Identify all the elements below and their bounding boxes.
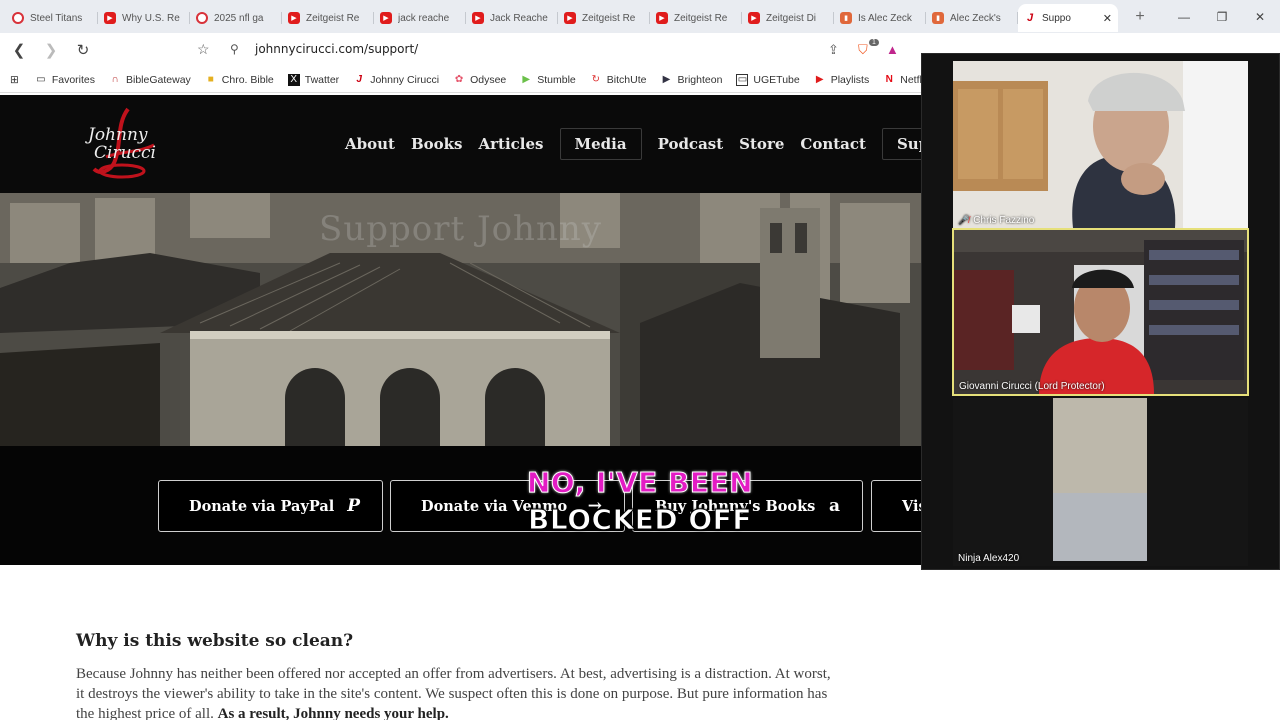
url-field[interactable]: johnnycirucci.com/support/ <box>255 42 418 56</box>
x-icon: X <box>287 73 300 86</box>
browser-tab[interactable]: ▮ Alec Zeck's <box>926 4 1018 32</box>
article-body: Because Johnny has neither been offered … <box>76 666 831 720</box>
participant-video <box>953 61 1248 228</box>
netflix-icon: N <box>885 74 893 85</box>
bookmark-favorites[interactable]: ▭ Favorites <box>35 74 95 86</box>
tab-strip: Steel Titans ▶ Why U.S. Re 2025 nfl ga ▶ Z… <box>0 0 1280 33</box>
brave-shields-icon[interactable]: ⛉ <box>858 42 868 58</box>
bookmark-ugetube[interactable]: ▭ UGETube <box>736 73 800 86</box>
minimize-icon[interactable]: — <box>1165 0 1203 33</box>
participant-tile-giovanni[interactable]: Giovanni Cirucci (Lord Protector) <box>952 228 1249 396</box>
caption-line-2: BLOCKED OFF <box>528 503 752 537</box>
bookmark-bitchute[interactable]: ↻ BitchUte <box>590 74 647 86</box>
nfl-icon <box>12 12 24 24</box>
forward-icon[interactable]: ❯ <box>38 41 64 59</box>
site-info-icon[interactable]: ⚲ <box>230 42 239 56</box>
youtube-icon: ▶ <box>380 12 392 24</box>
participant-tile-chris[interactable]: 🎤̸ Chris Fazzino <box>953 61 1248 228</box>
browser-tab[interactable]: ▶ Zeitgeist Re <box>282 4 374 32</box>
browser-tab[interactable]: ▶ jack reache <box>374 4 466 32</box>
restore-icon[interactable]: ❐ <box>1203 0 1241 33</box>
close-window-icon[interactable]: ✕ <box>1241 0 1279 33</box>
johnny-cirucci-icon: J <box>1026 12 1034 24</box>
nav-articles[interactable]: Articles <box>471 128 552 160</box>
reload-icon[interactable]: ↻ <box>70 41 96 59</box>
bookmark-odysee[interactable]: ✿ Odysee <box>453 74 506 86</box>
caption-line-1: NO, I'VE BEEN <box>526 466 754 500</box>
browser-tab-active[interactable]: J Suppo ✕ <box>1018 4 1118 32</box>
site-header: Johnny Cirucci About Books Articles Medi… <box>0 95 921 193</box>
browser-tab[interactable]: ▶ Why U.S. Re <box>98 4 190 32</box>
rumble-icon: ▶ <box>522 74 531 85</box>
article-section: Why is this website so clean? Because Jo… <box>76 631 836 720</box>
brave-rewards-icon[interactable]: ▲ <box>886 42 899 57</box>
nav-support[interactable]: Support <box>881 128 921 160</box>
nav-contact[interactable]: Contact <box>792 128 874 160</box>
bookmark-icon: ▮ <box>932 12 944 24</box>
nav-podcast[interactable]: Podcast <box>650 128 732 160</box>
nav-store[interactable]: Store <box>731 128 792 160</box>
bookmark-icon: ▮ <box>840 12 852 24</box>
biblegateway-icon: ∩ <box>111 74 119 85</box>
mic-muted-icon: 🎤̸ <box>958 215 970 225</box>
bookmark-page-icon[interactable]: ☆ <box>197 41 210 58</box>
nav-about[interactable]: About <box>337 128 403 160</box>
apps-icon[interactable]: ⊞ <box>10 74 19 86</box>
bookmark-biblegateway[interactable]: ∩ BibleGateway <box>109 74 190 86</box>
site-logo[interactable]: Johnny Cirucci <box>76 105 171 180</box>
shields-badge: 1 <box>869 39 879 46</box>
browser-tab[interactable]: Steel Titans <box>6 4 98 32</box>
bookmark-brighteon[interactable]: ▶ Brighteon <box>660 74 723 86</box>
bookmark-twatter[interactable]: X Twatter <box>287 73 339 86</box>
participant-name: Giovanni Cirucci (Lord Protector) <box>959 381 1105 392</box>
youtube-icon: ▶ <box>815 74 824 85</box>
brighteon-icon: ▶ <box>662 74 671 85</box>
nfl-icon <box>196 12 208 24</box>
share-icon[interactable]: ⇪ <box>828 42 839 58</box>
web-page: Johnny Cirucci About Books Articles Medi… <box>0 95 921 720</box>
logo-line2: Cirucci <box>94 143 156 163</box>
hero-banner: Support Johnny <box>0 193 921 446</box>
bookmark-stumble[interactable]: ▶ Stumble <box>520 74 575 86</box>
nav-media[interactable]: Media <box>559 128 642 160</box>
logo-line1: Johnny <box>88 125 148 145</box>
bitchute-icon: ↻ <box>591 74 600 85</box>
odysee-icon: ✿ <box>454 74 464 85</box>
browser-tab[interactable]: 2025 nfl ga <box>190 4 282 32</box>
youtube-icon: ▶ <box>288 12 300 24</box>
youtube-icon: ▶ <box>748 12 760 24</box>
article-heading: Why is this website so clean? <box>76 631 354 651</box>
browser-tab[interactable]: ▮ Is Alec Zeck <box>834 4 926 32</box>
back-icon[interactable]: ❮ <box>6 41 32 59</box>
close-tab-icon[interactable]: ✕ <box>1103 12 1112 25</box>
browser-tab[interactable]: ▶ Zeitgeist Re <box>650 4 742 32</box>
folder-icon: ▭ <box>36 74 46 85</box>
main-nav: About Books Articles Media Podcast Store… <box>337 128 921 160</box>
youtube-icon: ▶ <box>656 12 668 24</box>
bookmark-playlists[interactable]: ▶ Playlists <box>814 74 869 86</box>
participant-name: 🎤̸ Chris Fazzino <box>958 215 1035 226</box>
youtube-icon: ▶ <box>564 12 576 24</box>
youtube-icon: ▶ <box>104 12 116 24</box>
new-tab-button[interactable]: + <box>1130 8 1150 26</box>
hero-title: Support Johnny <box>319 209 602 249</box>
bookmark-chro-bible[interactable]: ■ Chro. Bible <box>205 74 274 86</box>
johnny-cirucci-icon: J <box>356 74 362 85</box>
browser-tab[interactable]: ▶ Zeitgeist Di <box>742 4 834 32</box>
participant-name: Ninja Alex420 <box>958 553 1020 564</box>
nav-books[interactable]: Books <box>403 128 471 160</box>
ugetube-icon: ▭ <box>736 73 749 86</box>
youtube-icon: ▶ <box>472 12 484 24</box>
browser-tab[interactable]: ▶ Jack Reache <box>466 4 558 32</box>
browser-tab[interactable]: ▶ Zeitgeist Re <box>558 4 650 32</box>
participant-video <box>954 230 1247 394</box>
article-body-bold: As a result, Johnny needs your help. <box>217 706 449 720</box>
chro-bible-icon: ■ <box>207 74 214 85</box>
bookmark-johnny-cirucci[interactable]: J Johnny Cirucci <box>353 74 439 86</box>
